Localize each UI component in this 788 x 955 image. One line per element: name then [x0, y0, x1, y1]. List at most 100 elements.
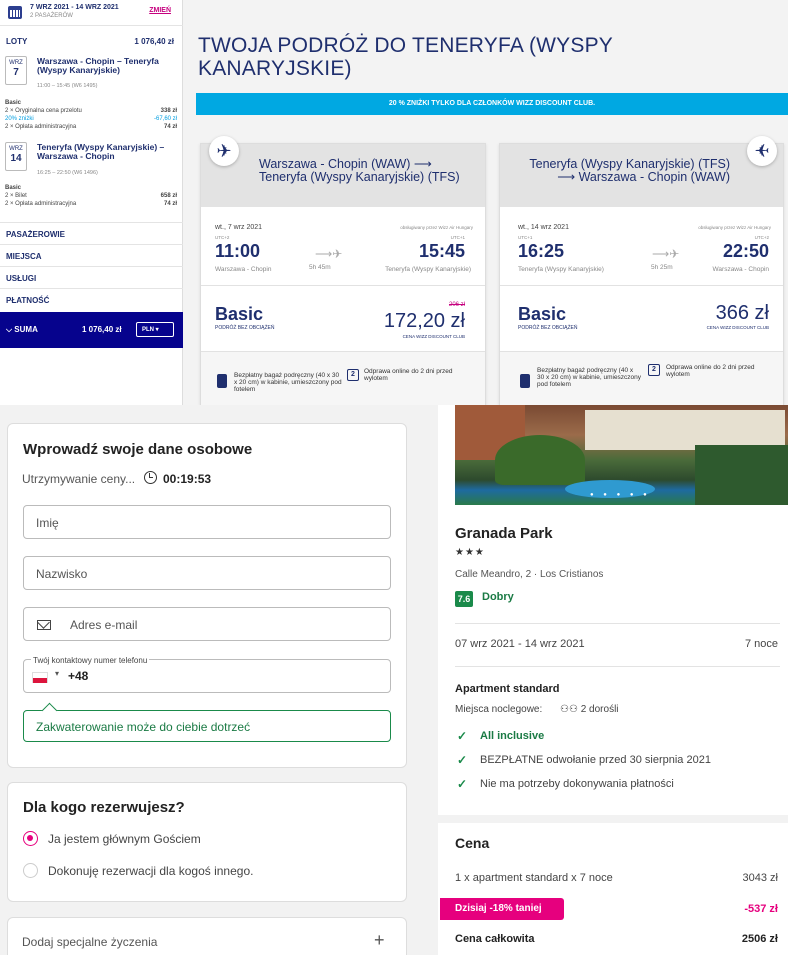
- duration: 5h 25m: [651, 264, 673, 271]
- total-bar[interactable]: ⌵ SUMA 1 076,40 zł PLN ▾: [0, 312, 183, 348]
- plus-icon[interactable]: +: [374, 930, 385, 951]
- phone-prefix: +48: [68, 669, 89, 683]
- check-icon: ✓: [457, 777, 468, 791]
- card-footer: Bezpłatny bagaż podręczny (40 x 30 x 20 …: [500, 351, 783, 405]
- check-icon: ✓: [457, 729, 468, 743]
- row-value: -67,60 zł: [153, 116, 177, 122]
- passenger-count: 2 PASAŻERÓW: [30, 13, 73, 19]
- departure-time: 16:25: [518, 241, 565, 261]
- last-name-input[interactable]: Nazwisko: [23, 556, 391, 590]
- outbound-price-breakdown: Basic 2 × Oryginalna cena przelotu 338 zł…: [5, 99, 177, 131]
- row-label: 2 × Oryginalna cena przelotu: [5, 108, 82, 114]
- sidebar: 7 WRZ 2021 - 14 WRZ 2021 2 PASAŻERÓW ZMI…: [0, 0, 183, 405]
- fare-subtitle: PODRÓŻ BEZ OBCIĄŻEŃ: [518, 325, 578, 331]
- breakdown-row: 2 × Oryginalna cena przelotu 338 zł: [5, 107, 177, 115]
- row-label: 2 × Opłata administracyjna: [5, 124, 77, 130]
- fare-subtitle: PODRÓŻ BEZ OBCIĄŻEŃ: [215, 325, 275, 331]
- utc-arr: UTC+1: [450, 235, 465, 240]
- hotel-stars: ★★★: [455, 547, 485, 558]
- section-seats[interactable]: MIEJSCA: [0, 244, 183, 266]
- departure-airport: Teneryfa (Wyspy Kanaryjskie): [518, 266, 604, 273]
- breakdown-row: 2 × Opłata administracyjna 74 zł: [5, 200, 177, 208]
- date-box: WRZ 14: [5, 142, 27, 171]
- section-gap: [438, 815, 788, 823]
- plane-small-icon: ⟶✈: [315, 247, 343, 261]
- phone-label: Twój kontaktowy numer telefonu: [31, 656, 150, 665]
- duration: 5h 45m: [309, 264, 331, 271]
- price-subtitle: CENA WIZZ DISCOUNT CLUB: [402, 334, 465, 339]
- price-line-label: 1 x apartment standard x 7 noce: [455, 872, 613, 884]
- total-label: Cena całkowita: [455, 933, 535, 945]
- palm-shape: [495, 435, 585, 485]
- checkin-icon: 2: [648, 364, 660, 376]
- radio-other-person-label[interactable]: Dokonuję rezerwacji dla kogoś innego.: [48, 864, 253, 878]
- hotel-name: Granada Park: [455, 525, 553, 542]
- bag-icon: [520, 374, 530, 388]
- arrival-airport: Teneryfa (Wyspy Kanaryjskie): [385, 266, 471, 273]
- arrival-time: 15:45: [418, 241, 465, 261]
- divider: [500, 285, 783, 286]
- arrival-time: 22:50: [722, 241, 769, 261]
- people-icon: ⚇⚇: [560, 704, 578, 715]
- date-month: WRZ: [9, 146, 23, 152]
- contact-hint: Zakwaterowanie może do ciebie dotrzeć: [23, 710, 391, 742]
- first-name-input[interactable]: Imię: [23, 505, 391, 539]
- radio-main-guest-label[interactable]: Ja jestem głównym Gościem: [48, 832, 201, 846]
- rating-score: 7.6: [455, 591, 473, 607]
- divider: [201, 285, 485, 286]
- special-requests-label[interactable]: Dodaj specjalne życzenia: [22, 935, 157, 949]
- garden-shape: [695, 445, 788, 505]
- section-passengers[interactable]: PASAŻEROWIE: [0, 222, 183, 244]
- booking-for-title: Dla kogo rezerwujesz?: [23, 799, 185, 816]
- row-label: 20% zniżki: [5, 116, 34, 122]
- feature-no-payment: Nie ma potrzeby dokonywania płatności: [480, 778, 674, 790]
- flights-label: LOTY: [6, 37, 28, 46]
- row-value: 74 zł: [163, 124, 177, 130]
- rating-label: Dobry: [482, 591, 514, 603]
- carousel-dots[interactable]: ● ● ● ● ●: [590, 492, 651, 498]
- email-input[interactable]: Adres e-mail: [23, 607, 391, 641]
- section-services[interactable]: USŁUGI: [0, 266, 183, 288]
- chevron-down-icon[interactable]: ▾: [55, 669, 59, 678]
- utc-dep: UTC+1: [518, 235, 533, 240]
- flights-total: 1 076,40 zł: [134, 37, 174, 46]
- price: 172,20 zł: [383, 310, 465, 332]
- section-payment[interactable]: PŁATNOŚĆ: [0, 288, 183, 310]
- discount-badge: Dzisiaj -18% taniej: [440, 898, 564, 920]
- fare-title: Basic: [5, 185, 22, 191]
- envelope-icon: [37, 620, 51, 630]
- feature-all-inclusive: All inclusive: [480, 730, 545, 742]
- outbound-flight-summary: WRZ 7 Warszawa - Chopin – Teneryfa (Wysp…: [5, 56, 177, 94]
- total-value: 2506 zł: [741, 933, 778, 945]
- outbound-flight-card[interactable]: Warszawa - Chopin (WAW) ⟶ Teneryfa (Wysp…: [200, 136, 486, 405]
- hotel-address: Calle Meandro, 2 · Los Cristianos: [455, 569, 604, 580]
- breakdown-row: 2 × Opłata administracyjna 74 zł: [5, 123, 177, 131]
- old-price: 206 zł: [448, 302, 465, 308]
- clock-icon: [144, 471, 157, 484]
- divider: [455, 623, 780, 624]
- radio-other-person[interactable]: [23, 863, 38, 878]
- price-title: Cena: [455, 835, 490, 851]
- breakdown-row: 2 × Bilet 658 zł: [5, 192, 177, 200]
- currency-select[interactable]: PLN ▾: [136, 322, 174, 337]
- row-label: 2 × Bilet: [5, 193, 27, 199]
- radio-main-guest[interactable]: [23, 831, 38, 846]
- bag-info: Bezpłatny bagaż podręczny (40 x 30 x 20 …: [234, 372, 342, 393]
- trip-dates: 7 WRZ 2021 - 14 WRZ 2021: [30, 4, 119, 11]
- feature-free-cancel: BEZPŁATNE odwołanie przed 30 sierpnia 20…: [480, 754, 711, 766]
- discount-value: -537 zł: [744, 903, 778, 915]
- return-flight-card[interactable]: Teneryfa (Wyspy Kanaryjskie) (TFS) ⟶ War…: [499, 136, 784, 405]
- departure-airport: Warszawa - Chopin: [215, 266, 272, 273]
- personal-data-title: Wprowadź swoje dane osobowe: [23, 441, 253, 458]
- operator: obsługiwany przez Wizz Air Hungary: [400, 225, 473, 230]
- hotel-photo[interactable]: [455, 405, 788, 505]
- plane-icon: ✈: [747, 136, 777, 166]
- departure-time: 11:00: [215, 241, 261, 261]
- check-icon: ✓: [457, 753, 468, 767]
- poland-flag-icon[interactable]: [32, 672, 48, 683]
- date-month: WRZ: [9, 60, 23, 66]
- return-price-breakdown: Basic 2 × Bilet 658 zł 2 × Opłata adminis…: [5, 184, 177, 208]
- room-type: Apartment standard: [455, 683, 560, 695]
- price: 366 zł: [715, 302, 769, 324]
- change-link[interactable]: ZMIEŃ: [149, 7, 171, 14]
